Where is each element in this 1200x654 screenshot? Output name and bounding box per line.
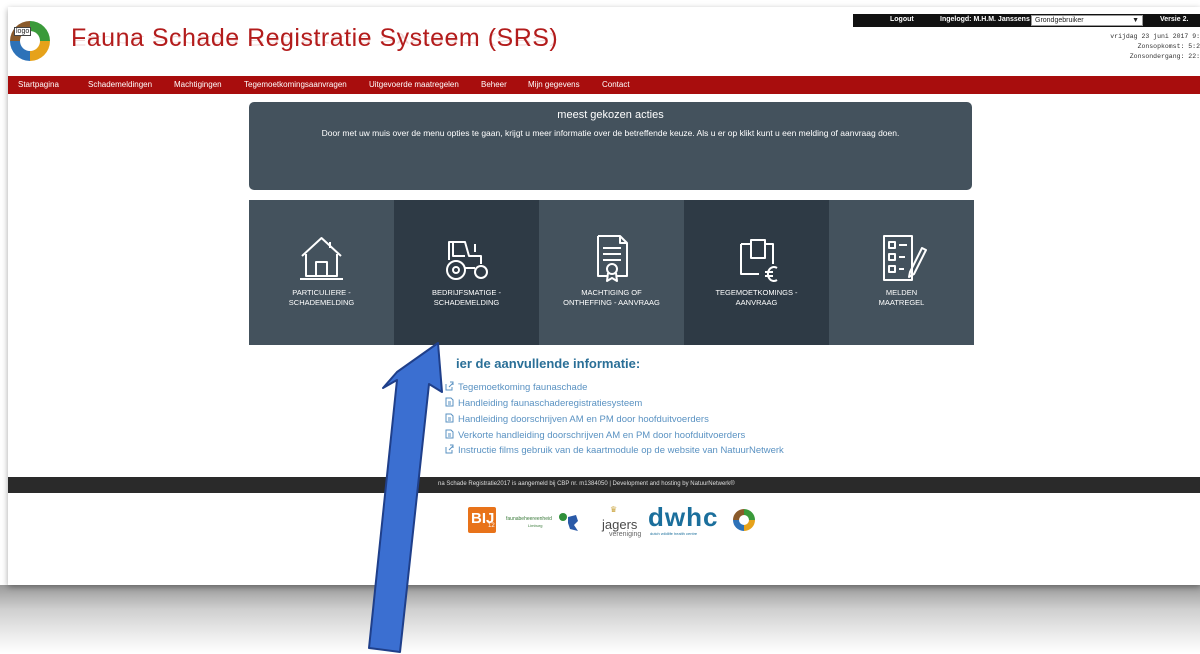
nav-uitgevoerde-maatregelen[interactable]: Uitgevoerde maatregelen bbox=[369, 80, 459, 89]
tile-label-line2: AANVRAAG bbox=[735, 298, 778, 307]
crown-icon: ♛ bbox=[610, 505, 618, 514]
footer-text: na Schade Registratie2017 is aangemeld b… bbox=[438, 481, 735, 487]
date-sun-info: vrijdag 23 juni 2017 9: Zonsopkomst: 5:2… bbox=[1110, 32, 1200, 62]
tile-label: TEGEMOETKOMINGS - AANVRAAG bbox=[684, 288, 829, 308]
document-icon bbox=[445, 397, 454, 407]
document-icon bbox=[445, 413, 454, 423]
srs-logo[interactable]: logo bbox=[10, 21, 50, 61]
limburg-map-icon bbox=[559, 513, 578, 531]
tile-label-line1: BEDRIJFSMATIGE - bbox=[431, 288, 502, 297]
logged-in-user: Ingelogd: M.H.M. Janssens bbox=[940, 16, 1030, 23]
tile-label-line1: TEGEMOETKOMINGS - bbox=[715, 288, 798, 297]
version-label: Versie 2. bbox=[1160, 16, 1189, 23]
tile-label: MACHTIGING OF ONTHEFFING - AANVRAAG bbox=[539, 288, 684, 308]
tile-label-line1: MELDEN bbox=[885, 288, 918, 297]
dwhc-logo-text: dwhc bbox=[648, 502, 719, 532]
screenshot-stage: logo Fauna Schade Registratie Systeem (S… bbox=[0, 0, 1200, 654]
link-label: Handleiding doorschrijven AM en PM door … bbox=[458, 414, 709, 425]
dwhc-logo[interactable]: dwhc dutch wildlife health centre bbox=[648, 502, 730, 538]
tile-label-line2: SCHADEMELDING bbox=[433, 298, 500, 307]
info-title: meest gekozen acties bbox=[557, 109, 664, 121]
logout-link[interactable]: Logout bbox=[890, 16, 914, 23]
role-value: Grondgebruiker bbox=[1035, 17, 1084, 24]
tractor-icon bbox=[446, 241, 488, 280]
external-link-icon bbox=[445, 381, 454, 391]
jagers-logo-sub: vereniging bbox=[609, 531, 642, 538]
nav-schademeldingen[interactable]: Schademeldingen bbox=[88, 80, 152, 89]
site-title-reflection: Fauna Schade Registratie Systeem (SRS) bbox=[71, 32, 559, 48]
sunset-time: Zonsondergang: 22: bbox=[1129, 53, 1200, 60]
jagersvereniging-logo[interactable]: ♛ jagers vereniging bbox=[598, 505, 652, 539]
srs-partner-logo[interactable] bbox=[733, 509, 755, 531]
link-handleiding-srs[interactable]: Handleiding faunaschaderegistratiesystee… bbox=[445, 397, 642, 409]
link-verkorte-handleiding[interactable]: Verkorte handleiding doorschrijven AM en… bbox=[445, 429, 745, 441]
logo-label: logo bbox=[14, 27, 32, 36]
user-bar: Logout Ingelogd: M.H.M. Janssens Versie … bbox=[853, 14, 1200, 27]
link-label: Instructie films gebruik van de kaartmod… bbox=[458, 445, 784, 456]
tile-melden-maatregel[interactable]: MELDEN MAATREGEL bbox=[829, 200, 974, 345]
bij12-logo-sub: 12 bbox=[488, 523, 495, 529]
bij12-logo[interactable]: BIJ 12 bbox=[468, 507, 496, 533]
nav-machtigingen[interactable]: Machtigingen bbox=[174, 80, 222, 89]
nav-tegemoetkomingsaanvragen[interactable]: Tegemoetkomingsaanvragen bbox=[244, 80, 347, 89]
info-links-heading: ier de aanvullende informatie: bbox=[456, 356, 641, 371]
nav-beheer[interactable]: Beheer bbox=[481, 80, 507, 89]
tile-label: BEDRIJFSMATIGE - SCHADEMELDING bbox=[394, 288, 539, 308]
tile-tegemoetkomings-aanvraag[interactable]: TEGEMOETKOMINGS - AANVRAAG bbox=[684, 200, 829, 345]
faunabeheer-logo-text: faunabeheereenheid bbox=[506, 516, 552, 522]
link-label: Handleiding faunaschaderegistratiesystee… bbox=[458, 398, 643, 409]
nav-contact[interactable]: Contact bbox=[602, 80, 630, 89]
tile-bedrijfsmatige-schademelding[interactable]: BEDRIJFSMATIGE - SCHADEMELDING bbox=[394, 200, 539, 345]
tile-particuliere-schademelding[interactable]: PARTICULIERE - SCHADEMELDING bbox=[249, 200, 394, 345]
tile-label-line2: SCHADEMELDING bbox=[288, 298, 355, 307]
link-instructie-films[interactable]: Instructie films gebruik van de kaartmod… bbox=[445, 444, 784, 456]
house-icon bbox=[300, 237, 343, 280]
main-nav: Startpagina Schademeldingen Machtigingen… bbox=[8, 76, 1200, 94]
tile-label-line1: MACHTIGING OF bbox=[581, 288, 642, 297]
tile-label: MELDEN MAATREGEL bbox=[829, 288, 974, 308]
info-text: Door met uw muis over de menu opties te … bbox=[321, 128, 900, 138]
link-label: Verkorte handleiding doorschrijven AM en… bbox=[458, 430, 746, 441]
info-panel: meest gekozen acties Door met uw muis ov… bbox=[249, 102, 972, 190]
page-shadow bbox=[0, 585, 1200, 654]
jagers-logo-text: jagers bbox=[602, 517, 638, 532]
tile-label: PARTICULIERE - SCHADEMELDING bbox=[249, 288, 394, 308]
footer-bar: na Schade Registratie2017 is aangemeld b… bbox=[8, 477, 1200, 493]
external-link-icon bbox=[445, 444, 454, 454]
link-tegemoetkoming-faunaschade[interactable]: Tegemoetkoming faunaschade bbox=[445, 381, 587, 393]
document-icon bbox=[445, 429, 454, 439]
role-select[interactable]: Grondgebruiker ▼ bbox=[1031, 15, 1143, 26]
sunrise-time: Zonsopkomst: 5:2 bbox=[1137, 43, 1200, 50]
nav-startpagina[interactable]: Startpagina bbox=[18, 80, 59, 89]
tile-machtiging-ontheffing[interactable]: MACHTIGING OF ONTHEFFING - AANVRAAG bbox=[539, 200, 684, 345]
tile-label-line1: PARTICULIERE - bbox=[292, 288, 351, 297]
checklist-icon bbox=[883, 235, 927, 281]
tile-label-line2: ONTHEFFING - AANVRAAG bbox=[563, 298, 660, 307]
current-date: vrijdag 23 juni 2017 9: bbox=[1110, 33, 1200, 40]
wallet-euro-icon bbox=[740, 239, 778, 282]
link-handleiding-doorschrijven[interactable]: Handleiding doorschrijven AM en PM door … bbox=[445, 413, 709, 425]
dwhc-logo-sub: dutch wildlife health centre bbox=[650, 531, 698, 536]
faunabeheer-logo-sub: Limburg bbox=[528, 523, 543, 528]
faunabeheereenheid-logo[interactable]: faunabeheereenheid Limburg bbox=[506, 513, 596, 537]
certificate-icon bbox=[597, 235, 628, 282]
logo-center bbox=[739, 515, 749, 525]
link-label: Tegemoetkoming faunaschade bbox=[458, 382, 588, 393]
nav-mijn-gegevens[interactable]: Mijn gegevens bbox=[528, 80, 580, 89]
dropdown-arrow-icon: ▼ bbox=[1132, 17, 1139, 24]
tile-label-line2: MAATREGEL bbox=[878, 298, 925, 307]
browser-page: logo Fauna Schade Registratie Systeem (S… bbox=[8, 7, 1200, 585]
